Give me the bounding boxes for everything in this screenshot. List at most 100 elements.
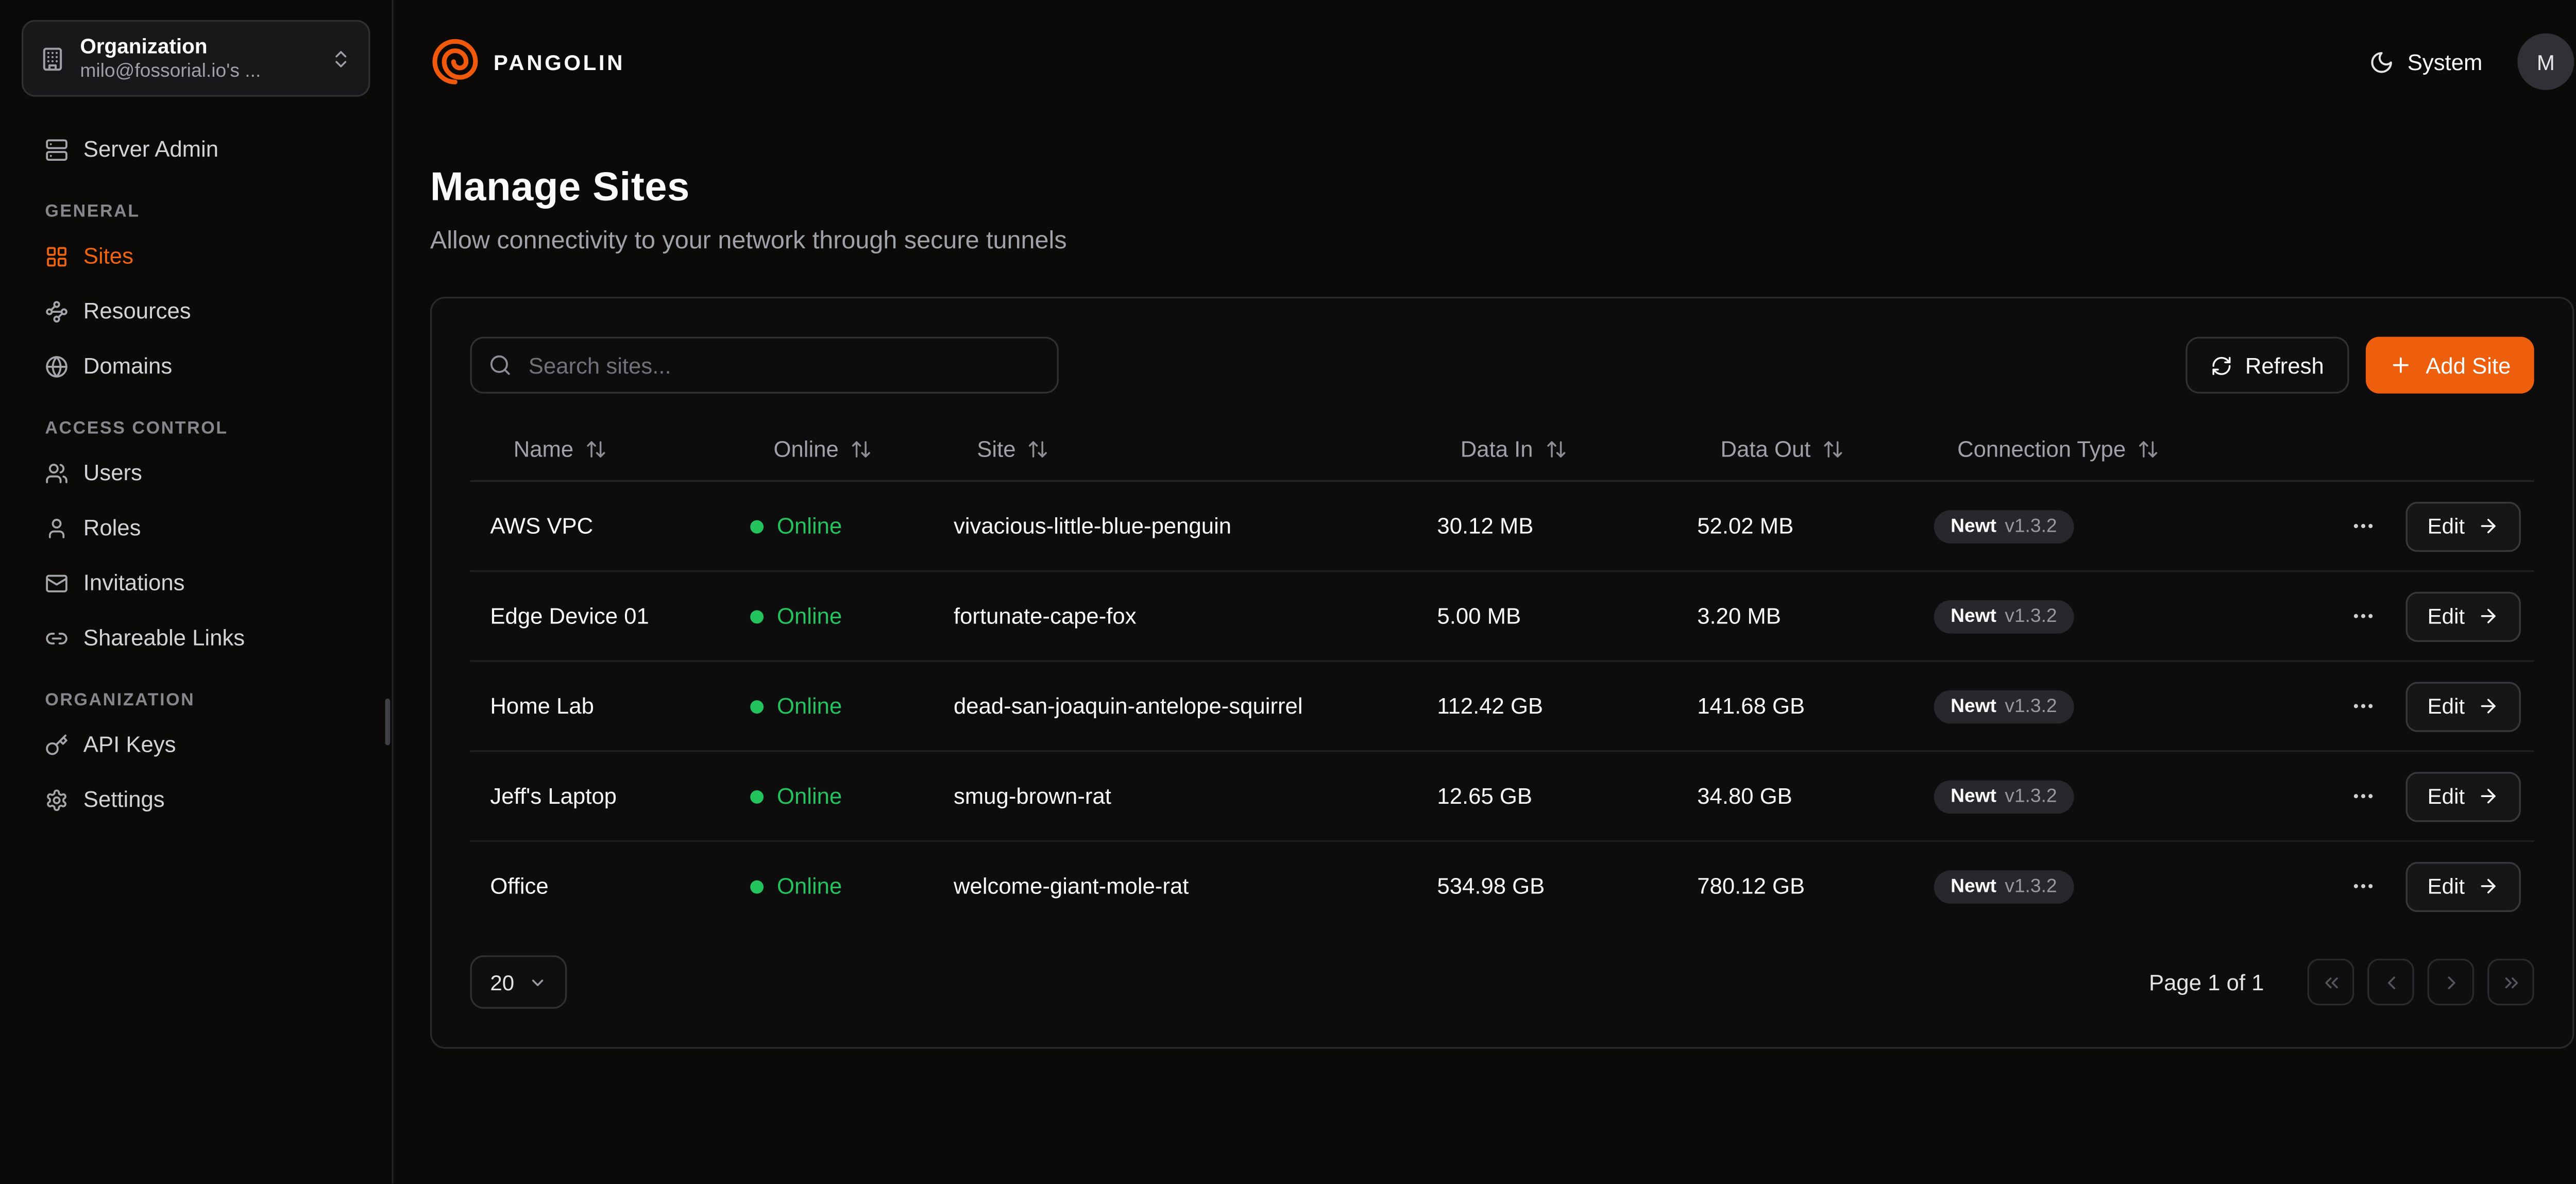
theme-label: System [2408,49,2483,74]
data-out-cell: 52.02 MB [1677,514,1914,539]
online-dot [750,519,764,533]
data-in-cell: 30.12 MB [1417,514,1677,539]
building-icon [40,46,65,71]
pager-buttons [2308,959,2534,1006]
sidebar-item-api-keys[interactable]: API Keys [22,717,370,772]
sidebar-item-domains[interactable]: Domains [22,339,370,394]
status-label: Online [777,784,842,809]
sidebar-item-roles[interactable]: Roles [22,500,370,555]
edit-button[interactable]: Edit [2406,501,2522,551]
gear-icon [45,788,68,811]
chevrons-up-down-icon [330,47,352,69]
sidebar-item-label: Resources [83,298,191,324]
connection-type: Newt [1951,786,1996,806]
tunnel-id-cell: welcome-giant-mole-rat [934,874,1417,899]
org-selector[interactable]: Organization milo@fossorial.io's ... [22,20,370,97]
sort-icon [2138,437,2159,459]
prev-page-button[interactable] [2367,959,2414,1006]
status-cell: Online [730,514,934,539]
sidebar-scrollbar[interactable] [385,699,391,746]
sidebar-item-sites[interactable]: Sites [22,228,370,283]
connection-badge: Newt v1.3.2 [1934,599,2074,633]
connection-badge: Newt v1.3.2 [1934,510,2074,543]
row-menu-button[interactable] [2346,688,2381,723]
col-header-data-in[interactable]: Data In [1417,436,1677,461]
status-label: Online [777,694,842,719]
sidebar-item-shareable-links[interactable]: Shareable Links [22,610,370,665]
col-header-site[interactable]: Site [934,436,1417,461]
online-dot [750,700,764,713]
page-size-value: 20 [490,970,514,995]
key-icon [45,733,68,756]
app-window: Organization milo@fossorial.io's ... Ser… [0,0,2576,1184]
edit-button[interactable]: Edit [2406,591,2522,641]
last-page-button[interactable] [2487,959,2534,1006]
col-header-data-out[interactable]: Data Out [1677,436,1914,461]
col-label: Data In [1461,436,1533,461]
connection-cell: Newtv1.3.2 [1914,780,2326,813]
sidebar-item-label: Roles [83,515,141,540]
sidebar-item-label: Invitations [83,570,185,596]
connection-type: Newt [1951,606,1996,626]
data-out-cell: 3.20 MB [1677,603,1914,629]
page-title: Manage Sites [430,165,2574,212]
sidebar-item-label: API Keys [83,732,176,757]
sidebar-item-users[interactable]: Users [22,445,370,500]
arrow-right-icon [2478,515,2500,537]
topbar: PANGOLIN System M [430,0,2574,92]
globe-icon [45,354,68,378]
edit-button[interactable]: Edit [2406,681,2522,731]
mail-icon [45,571,68,594]
theme-toggle[interactable]: System [2369,49,2482,74]
row-menu-button[interactable] [2346,599,2381,634]
refresh-label: Refresh [2245,352,2324,378]
arrow-right-icon [2478,605,2500,627]
refresh-button[interactable]: Refresh [2185,337,2349,394]
edit-button[interactable]: Edit [2406,771,2522,821]
edit-button[interactable]: Edit [2406,861,2522,911]
connection-version: v1.3.2 [2005,606,2057,626]
page-size-select[interactable]: 20 [470,955,568,1009]
sidebar-item-server-admin[interactable]: Server Admin [22,122,370,177]
col-header-name[interactable]: Name [470,436,731,461]
col-header-connection-type[interactable]: Connection Type [1914,436,2326,461]
connection-type: Newt [1951,516,1996,536]
site-name-cell: Office [470,874,731,899]
sort-icon [585,437,607,459]
card-footer: 20 Page 1 of 1 [470,955,2534,1009]
table-row: Office Online welcome-giant-mole-rat 534… [470,842,2534,931]
data-in-cell: 5.00 MB [1417,603,1677,629]
section-label-general: GENERAL [45,202,347,222]
first-page-button[interactable] [2308,959,2354,1006]
page-info: Page 1 of 1 [2149,970,2264,995]
sites-card: Refresh Add Site Name Online Site Data I… [430,297,2574,1048]
sidebar: Organization milo@fossorial.io's ... Ser… [0,0,394,1184]
user-icon [45,516,68,539]
avatar-initial: M [2537,49,2555,74]
sidebar-item-invitations[interactable]: Invitations [22,555,370,611]
sidebar-item-resources[interactable]: Resources [22,283,370,339]
connection-cell: Newt v1.3.2 [1914,510,2326,543]
col-header-online[interactable]: Online [730,436,934,461]
row-menu-button[interactable] [2346,779,2381,814]
sidebar-item-label: Sites [83,243,133,268]
topbar-right: System M [2369,33,2574,90]
sidebar-item-settings[interactable]: Settings [22,772,370,827]
users-icon [45,461,68,484]
connection-badge: Newtv1.3.2 [1934,780,2074,813]
chevron-right-icon [2440,971,2462,993]
next-page-button[interactable] [2428,959,2475,1006]
col-label: Data Out [1721,436,1811,461]
add-site-button[interactable]: Add Site [2366,337,2534,394]
data-out-cell: 780.12 GB [1677,874,1914,899]
org-subtitle: milo@fossorial.io's ... [80,62,315,82]
search-input[interactable] [470,337,1059,394]
sidebar-nav: Server Admin GENERAL Sites Resources Dom… [0,97,392,827]
row-menu-button[interactable] [2346,869,2381,904]
avatar[interactable]: M [2517,33,2574,90]
site-name-cell: AWS VPC [470,514,731,539]
connection-version: v1.3.2 [2005,516,2057,536]
search-icon [488,352,512,376]
row-menu-button[interactable] [2346,509,2381,544]
sort-icon [1822,437,1844,459]
